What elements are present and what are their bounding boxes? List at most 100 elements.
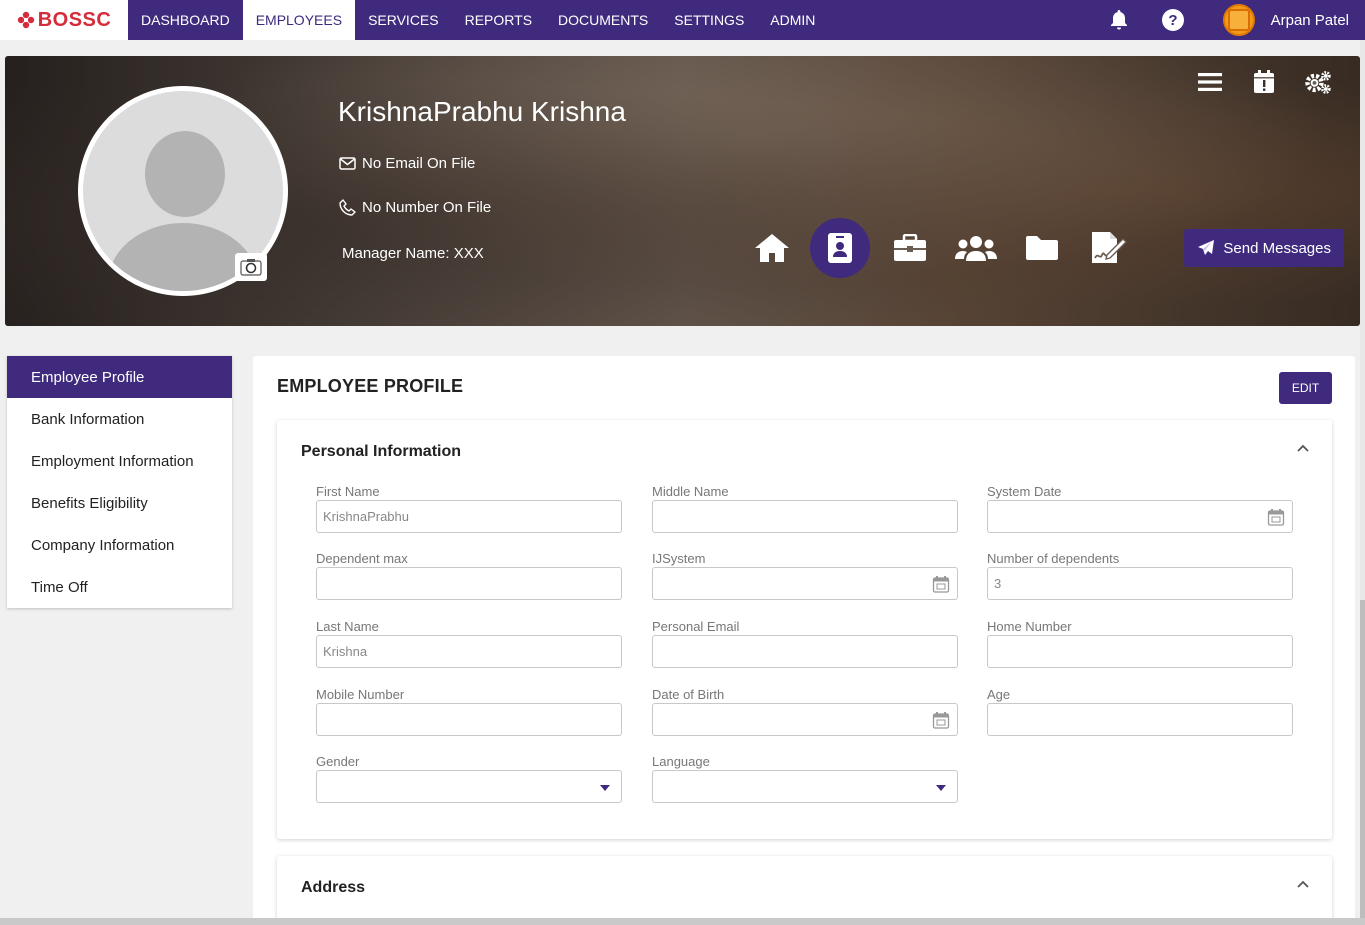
system-date-input[interactable]: [987, 500, 1293, 533]
nav-admin[interactable]: ADMIN: [757, 0, 828, 40]
first-name-label: First Name: [316, 484, 380, 499]
number-of-dependents-input[interactable]: 3: [987, 567, 1293, 600]
last-name-field: Last Name Krishna: [316, 619, 622, 668]
personal-email-input[interactable]: [652, 635, 958, 668]
mobile-number-input[interactable]: [316, 703, 622, 736]
last-name-label: Last Name: [316, 619, 379, 634]
menu-icon[interactable]: [1196, 68, 1224, 96]
sidebar-item-company-information[interactable]: Company Information: [7, 524, 232, 566]
users-icon[interactable]: [954, 226, 998, 270]
personal-email-field: Personal Email: [652, 619, 958, 668]
nav-dashboard[interactable]: DASHBOARD: [128, 0, 243, 40]
home-icon[interactable]: [750, 226, 794, 270]
ijsystem-label: IJSystem: [652, 551, 706, 566]
top-right-controls: ? Arpan Patel: [1107, 0, 1365, 40]
camera-icon[interactable]: [235, 253, 267, 281]
date-of-birth-input[interactable]: [652, 703, 958, 736]
profile-sidebar: Employee Profile Bank Information Employ…: [7, 356, 232, 608]
sidebar-item-employment-information[interactable]: Employment Information: [7, 440, 232, 482]
date-of-birth-field: Date of Birth: [652, 687, 958, 736]
calendar-icon[interactable]: [1266, 507, 1286, 527]
first-name-input[interactable]: KrishnaPrabhu: [316, 500, 622, 533]
ijsystem-input[interactable]: [652, 567, 958, 600]
age-input[interactable]: [987, 703, 1293, 736]
calendar-icon[interactable]: [931, 710, 951, 730]
sidebar-item-bank-information[interactable]: Bank Information: [7, 398, 232, 440]
page-title: EMPLOYEE PROFILE: [277, 376, 464, 396]
sidebar-item-benefits-eligibility[interactable]: Benefits Eligibility: [7, 482, 232, 524]
gender-select[interactable]: [316, 770, 622, 803]
nav-settings[interactable]: SETTINGS: [661, 0, 757, 40]
phone-info: No Number On File: [339, 199, 491, 216]
nav-services[interactable]: SERVICES: [355, 0, 452, 40]
ijsystem-field: IJSystem: [652, 551, 958, 600]
gender-label: Gender: [316, 754, 360, 769]
manager-info: Manager Name: XXX: [342, 245, 484, 262]
caret-down-icon: [600, 785, 610, 791]
logo-text: BOSSC: [37, 8, 112, 31]
signature-icon[interactable]: [1086, 226, 1130, 270]
dependent-max-input[interactable]: [316, 567, 622, 600]
nav-employees[interactable]: EMPLOYEES: [242, 0, 356, 40]
home-number-field: Home Number: [987, 619, 1293, 668]
dependent-max-field: Dependent max: [316, 551, 622, 600]
user-avatar[interactable]: [1222, 4, 1255, 36]
caret-down-icon: [936, 785, 946, 791]
chevron-up-icon[interactable]: [1296, 877, 1310, 891]
email-text: No Email On File: [362, 155, 476, 172]
personal-information-title: Personal Information: [301, 443, 462, 460]
employee-name: KrishnaPrabhu Krishna: [338, 96, 626, 127]
system-date-label: System Date: [987, 484, 1062, 499]
logo-icon: [17, 11, 34, 29]
mobile-number-label: Mobile Number: [316, 687, 405, 702]
last-name-input[interactable]: Krishna: [316, 635, 622, 668]
language-field: Language: [652, 754, 958, 803]
briefcase-icon[interactable]: [888, 226, 932, 270]
svg-text:?: ?: [1168, 12, 1177, 29]
bell-icon[interactable]: [1107, 8, 1131, 32]
vertical-scrollbar[interactable]: [1360, 40, 1365, 925]
send-messages-button[interactable]: Send Messages: [1184, 229, 1344, 267]
quick-icons: [750, 218, 1152, 278]
calendar-icon[interactable]: [931, 574, 951, 594]
help-icon[interactable]: ?: [1161, 8, 1185, 32]
nav-reports[interactable]: REPORTS: [452, 0, 545, 40]
middle-name-label: Middle Name: [652, 484, 729, 499]
number-of-dependents-field: Number of dependents 3: [987, 551, 1293, 600]
language-label: Language: [652, 754, 710, 769]
send-messages-label: Send Messages: [1223, 239, 1331, 257]
edit-button[interactable]: EDIT: [1279, 372, 1332, 404]
folder-icon[interactable]: [1020, 226, 1064, 270]
nav-documents[interactable]: DOCUMENTS: [545, 0, 661, 40]
phone-text: No Number On File: [362, 199, 492, 216]
personal-email-label: Personal Email: [652, 619, 740, 634]
number-of-dependents-label: Number of dependents: [987, 551, 1120, 566]
first-name-field: First Name KrishnaPrabhu: [316, 484, 622, 533]
email-info: No Email On File: [339, 155, 475, 172]
horizontal-scrollbar[interactable]: [0, 918, 1365, 925]
address-panel: Address: [277, 856, 1332, 925]
personal-information-panel: Personal Information First Name KrishnaP…: [277, 420, 1332, 839]
main-content: EMPLOYEE PROFILE EDIT Personal Informati…: [253, 356, 1355, 925]
gender-field: Gender: [316, 754, 622, 803]
top-nav: BOSSC DASHBOARD EMPLOYEES SERVICES REPOR…: [0, 0, 1365, 40]
home-number-input[interactable]: [987, 635, 1293, 668]
mobile-number-field: Mobile Number: [316, 687, 622, 736]
middle-name-input[interactable]: [652, 500, 958, 533]
main-nav: DASHBOARD EMPLOYEES SERVICES REPORTS DOC…: [128, 0, 828, 40]
chevron-up-icon[interactable]: [1296, 441, 1310, 455]
dependent-max-label: Dependent max: [316, 551, 408, 566]
id-badge-icon[interactable]: [810, 218, 870, 278]
user-name[interactable]: Arpan Patel: [1271, 12, 1349, 29]
address-title: Address: [301, 879, 366, 896]
envelope-icon: [339, 157, 356, 170]
sidebar-item-time-off[interactable]: Time Off: [7, 566, 232, 608]
age-label: Age: [987, 687, 1011, 702]
settings-icon[interactable]: [1304, 68, 1332, 96]
calendar-alert-icon[interactable]: [1250, 68, 1278, 96]
sidebar-item-employee-profile[interactable]: Employee Profile: [7, 356, 232, 398]
profile-banner: KrishnaPrabhu Krishna No Email On File N…: [5, 56, 1360, 326]
middle-name-field: Middle Name: [652, 484, 958, 533]
language-select[interactable]: [652, 770, 958, 803]
logo[interactable]: BOSSC: [0, 0, 128, 40]
